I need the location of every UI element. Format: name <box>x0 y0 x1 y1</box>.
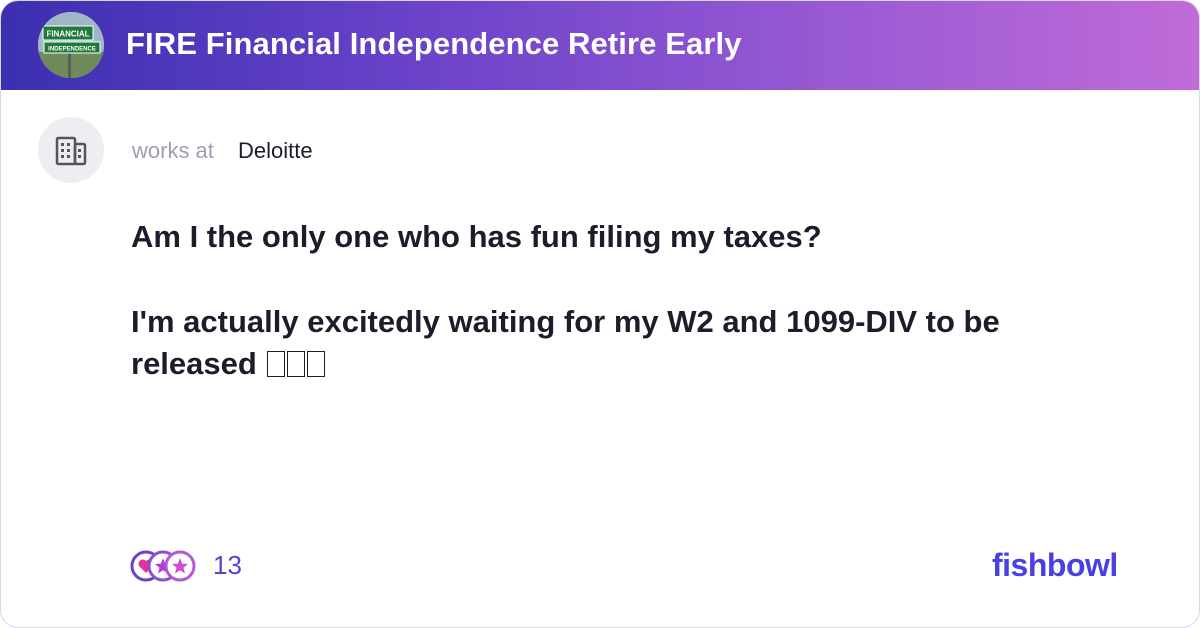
post-card: FINANCIAL INDEPENDENCE FIRE Financial In… <box>0 0 1200 628</box>
company-avatar <box>38 117 104 183</box>
bowl-header: FINANCIAL INDEPENDENCE FIRE Financial In… <box>1 1 1199 90</box>
post-body: I'm actually excitedly waiting for my W2… <box>131 301 1131 385</box>
post-body-text: I'm actually excitedly waiting for my W2… <box>131 304 1000 381</box>
reaction-count[interactable]: 13 <box>213 550 242 581</box>
missing-emoji-icon <box>287 351 306 377</box>
missing-emoji-icon <box>267 351 286 377</box>
building-icon <box>55 136 87 166</box>
bowl-avatar[interactable]: FINANCIAL INDEPENDENCE <box>38 12 104 78</box>
bowl-title[interactable]: FIRE Financial Independence Retire Early <box>126 26 742 62</box>
svg-text:FINANCIAL: FINANCIAL <box>46 30 89 39</box>
works-at-label: works at <box>132 138 214 163</box>
company-name[interactable]: Deloitte <box>238 138 313 164</box>
reactions-icons[interactable] <box>129 549 199 583</box>
financial-independence-sign-image: FINANCIAL INDEPENDENCE <box>38 12 104 78</box>
missing-emoji-icon <box>307 351 326 377</box>
svg-text:INDEPENDENCE: INDEPENDENCE <box>48 47 96 53</box>
fishbowl-logo[interactable]: fishbowl <box>992 547 1118 584</box>
emoji-group <box>265 346 326 381</box>
post-title: Am I the only one who has fun filing my … <box>131 219 822 254</box>
